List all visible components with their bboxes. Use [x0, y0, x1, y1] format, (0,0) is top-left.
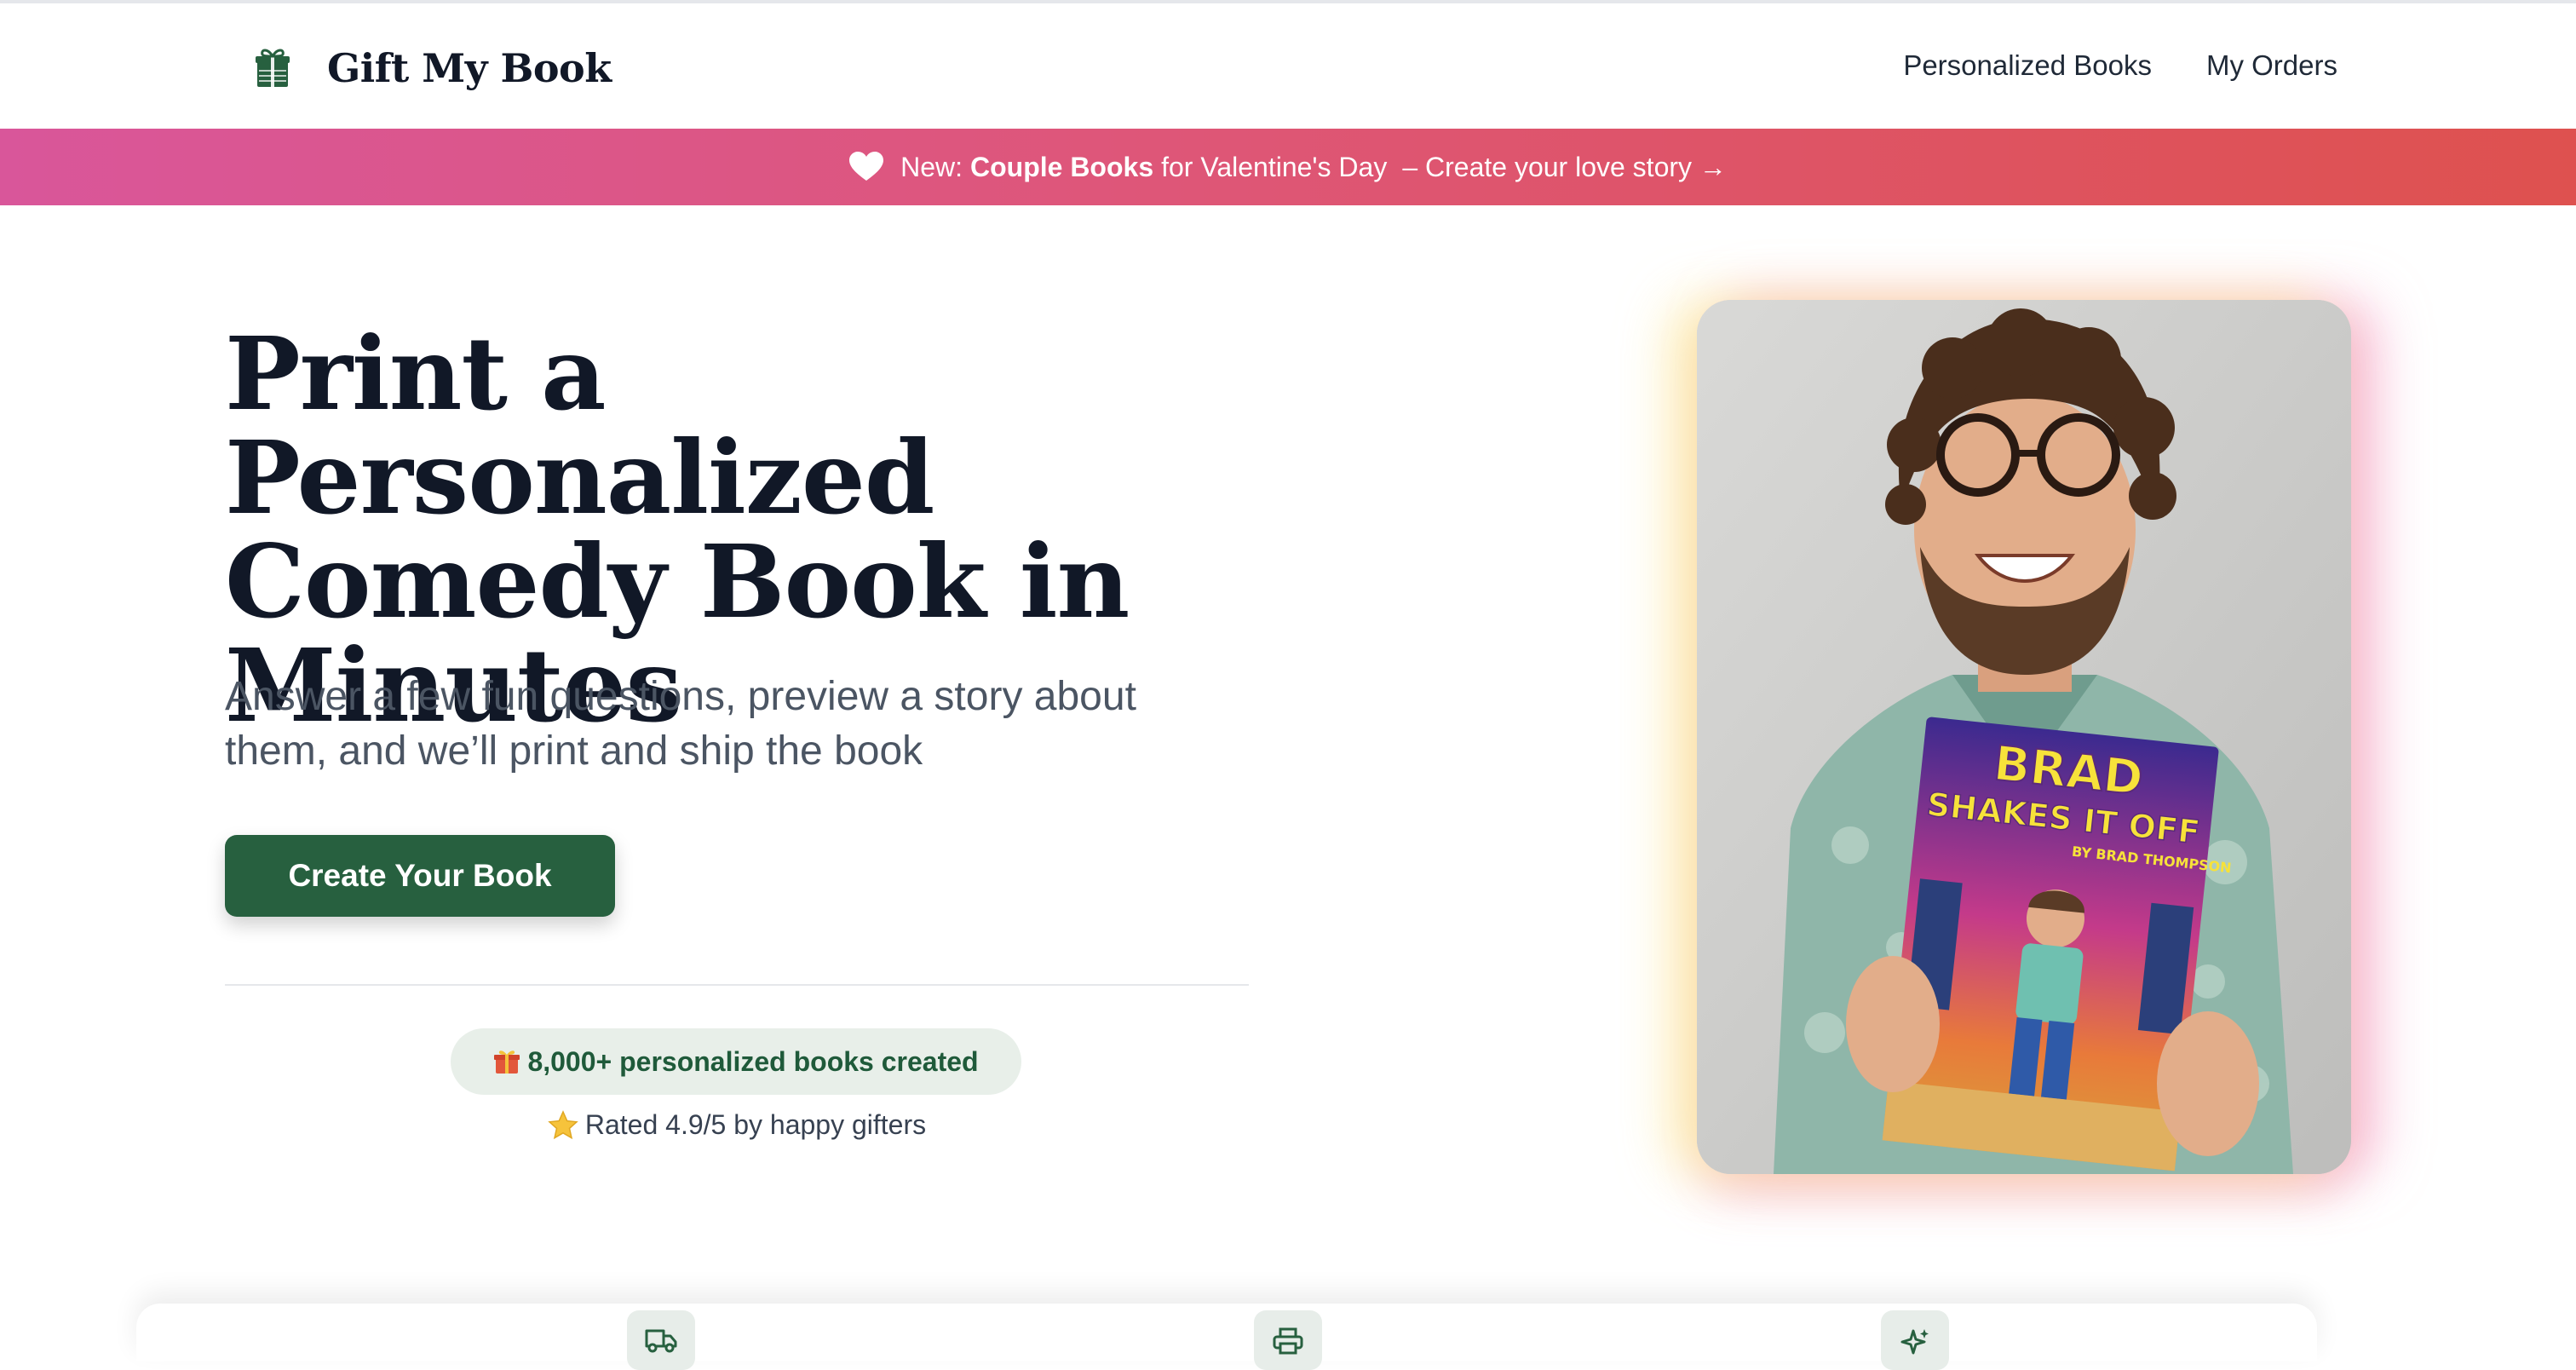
heart-icon [849, 152, 884, 182]
books-created-text: 8,000+ personalized books created [527, 1045, 979, 1077]
books-created-badge: 8,000+ personalized books created [451, 1028, 1021, 1095]
banner-link[interactable]: – Create your love story → [1402, 152, 1727, 183]
brand-name: Gift My Book [327, 45, 612, 91]
create-book-button[interactable]: Create Your Book [225, 835, 615, 917]
hero-photo: BRAD SHAKES IT OFF BY BRAD THOMPSON [1697, 300, 2351, 1174]
divider [225, 984, 1249, 986]
hero-subtitle: Answer a few fun questions, preview a st… [225, 674, 1136, 774]
gift-book-icon [252, 44, 293, 92]
nav-my-orders[interactable]: My Orders [2206, 49, 2337, 82]
star-emoji-icon [548, 1109, 578, 1141]
rating-text: Rated 4.9/5 by happy gifters [584, 1109, 927, 1140]
nav-personalized-books[interactable]: Personalized Books [1903, 49, 2152, 82]
site-header: Gift My Book Personalized Books My Order… [0, 3, 2576, 129]
main-nav: Personalized Books My Orders [1903, 49, 2337, 82]
promo-banner[interactable]: New: Couple Books for Valentine's Day – … [0, 129, 2576, 205]
banner-highlight: Couple Books [969, 151, 1154, 182]
banner-middle: for Valentine's Day [1161, 151, 1388, 182]
brand-logo-link[interactable]: Gift My Book [252, 41, 612, 95]
features-strip [136, 1304, 2317, 1361]
gift-emoji-icon [493, 1048, 520, 1075]
rating-line: Rated 4.9/5 by happy gifters [225, 1109, 1249, 1141]
banner-prefix: New: [900, 151, 963, 182]
